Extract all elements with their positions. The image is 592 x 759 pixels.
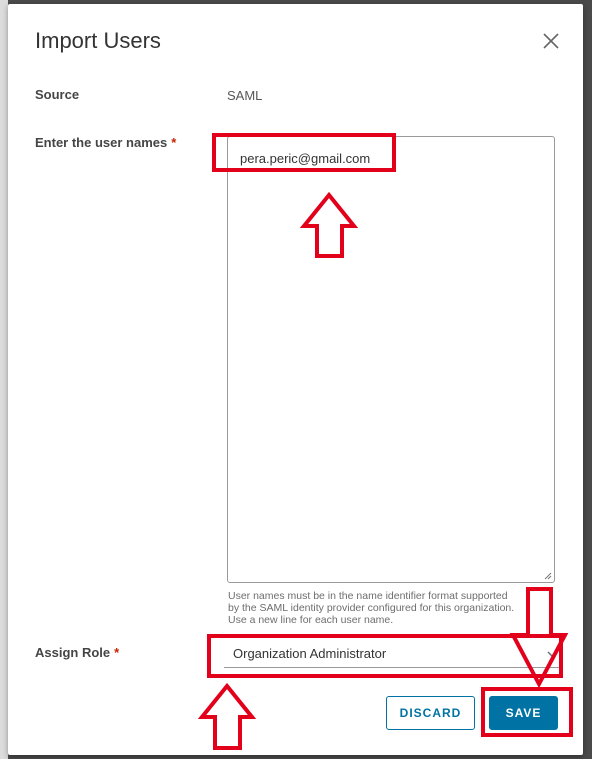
helper-line: by the SAML identity provider configured… <box>228 602 515 614</box>
usernames-textarea[interactable]: pera.peric@gmail.com <box>227 136 555 583</box>
assign-role-label: Assign Role * <box>35 645 119 660</box>
assign-role-selected-value: Organization Administrator <box>233 646 387 661</box>
import-users-dialog: Import Users Source SAML Enter the user … <box>8 4 583 755</box>
source-value: SAML <box>227 88 263 103</box>
page-backdrop <box>0 0 8 759</box>
required-marker: * <box>114 645 120 660</box>
close-icon[interactable] <box>540 30 562 52</box>
required-marker: * <box>171 135 177 150</box>
save-button[interactable]: SAVE <box>489 696 558 730</box>
usernames-label: Enter the user names * <box>35 135 176 150</box>
source-label: Source <box>35 87 80 102</box>
resize-grip-icon[interactable] <box>544 572 552 580</box>
helper-line: Use a new line for each user name. <box>228 614 394 626</box>
assign-role-label-text: Assign Role <box>35 645 111 660</box>
usernames-helper-text: User names must be in the name identifie… <box>228 590 558 626</box>
dialog-title: Import Users <box>35 28 161 53</box>
usernames-textarea-value: pera.peric@gmail.com <box>240 151 371 166</box>
helper-line: User names must be in the name identifie… <box>228 590 508 602</box>
usernames-label-text: Enter the user names <box>35 135 168 150</box>
discard-button[interactable]: DISCARD <box>386 696 475 730</box>
chevron-down-icon <box>547 651 557 657</box>
assign-role-select[interactable]: Organization Administrator <box>224 640 562 668</box>
